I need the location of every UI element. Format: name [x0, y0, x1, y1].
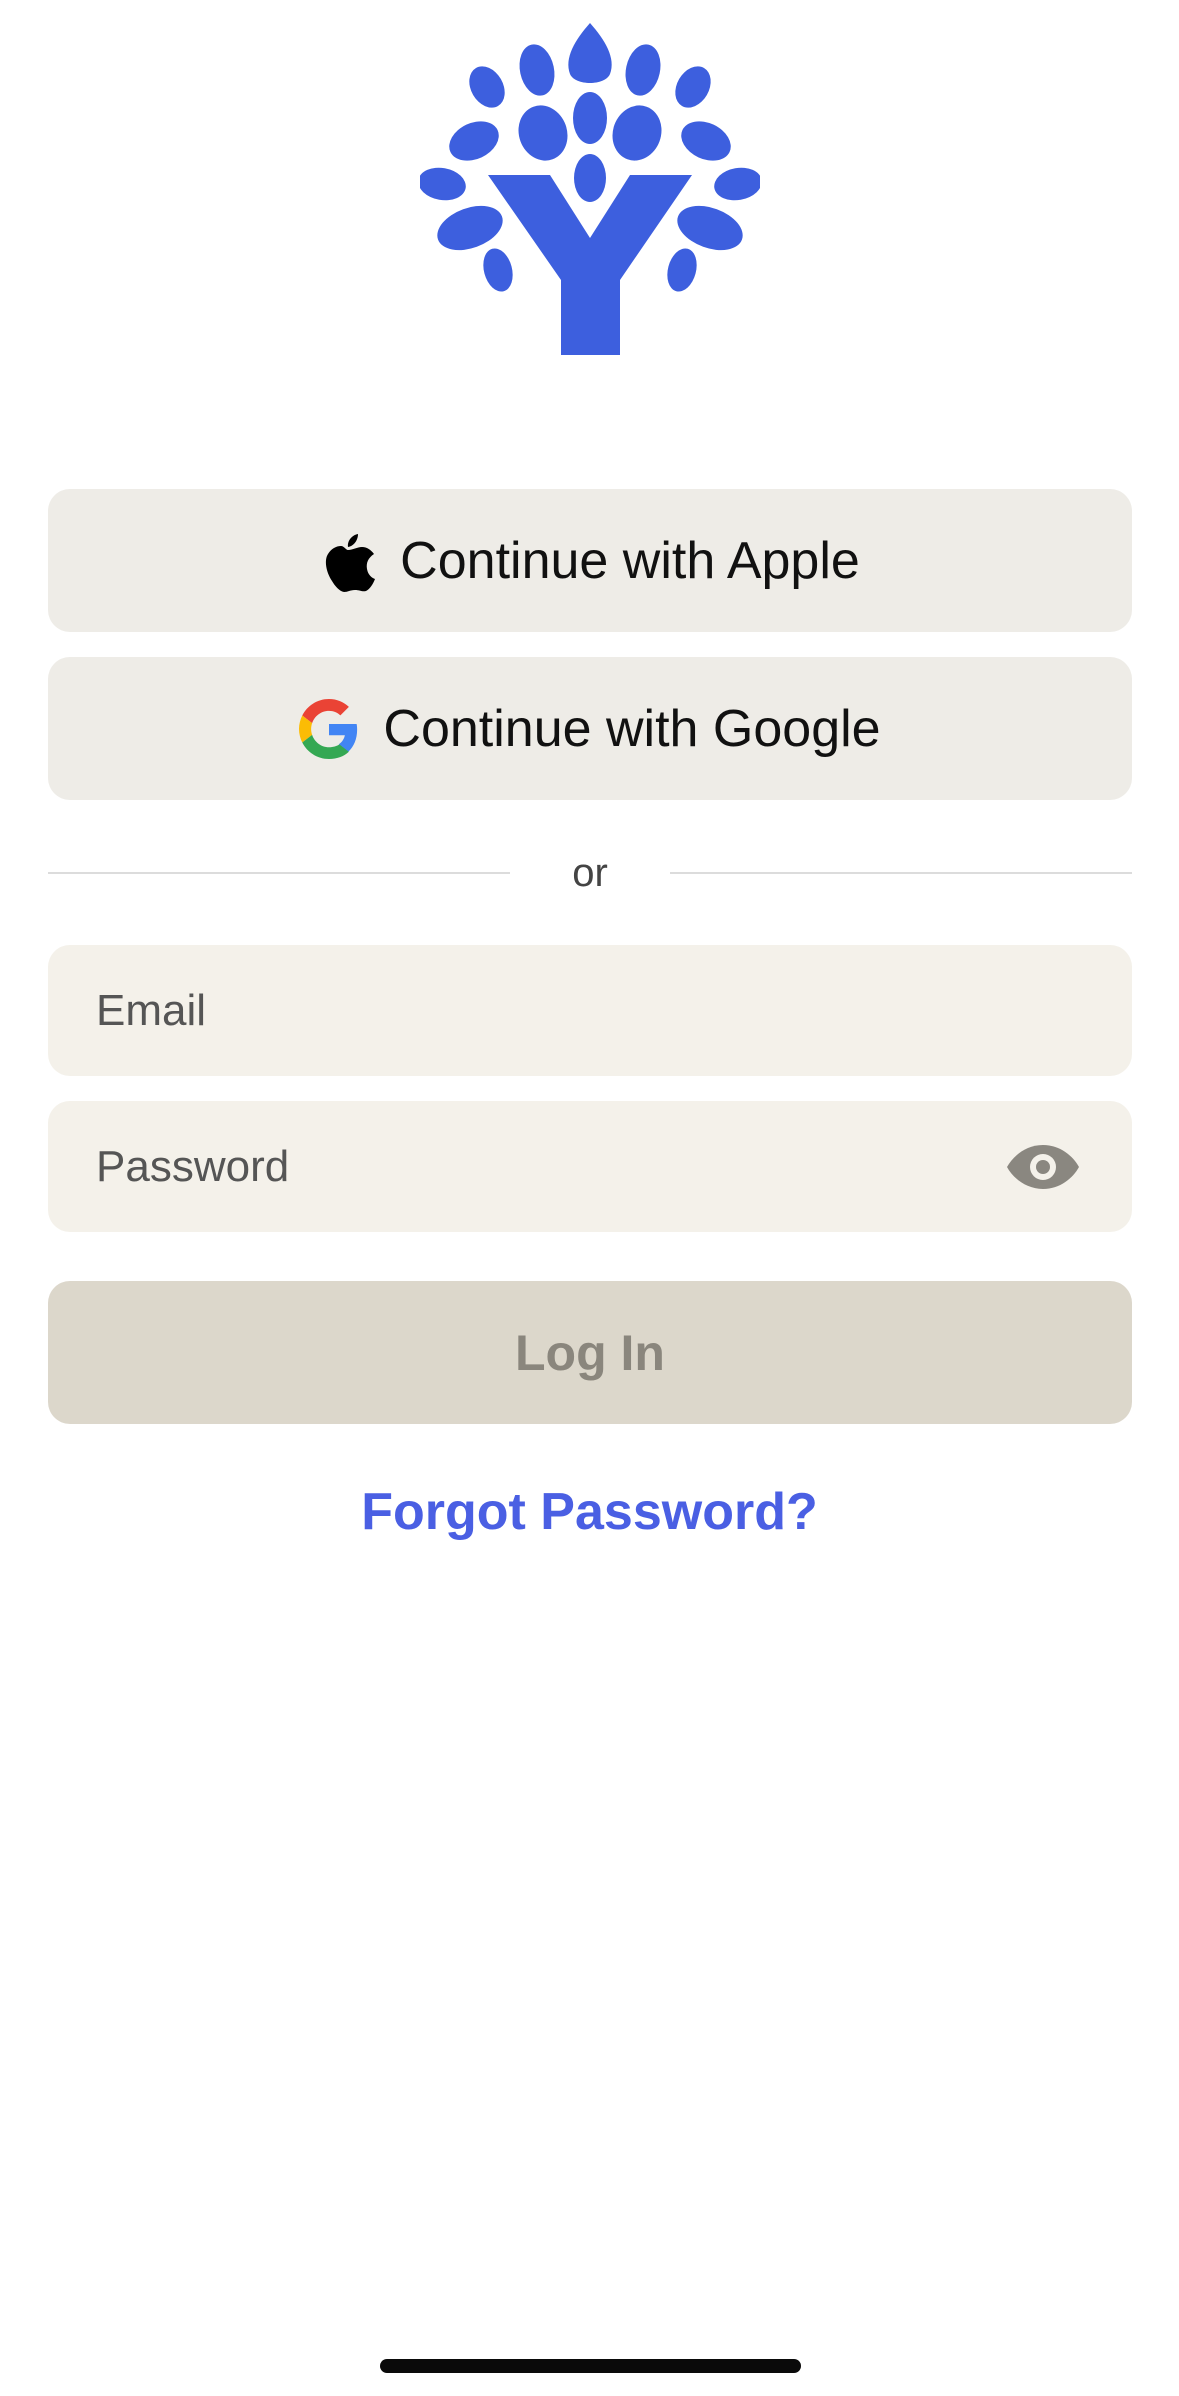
apple-icon — [320, 530, 376, 592]
password-field-container — [48, 1101, 1132, 1232]
continue-with-google-button[interactable]: Continue with Google — [48, 657, 1132, 800]
continue-with-apple-button[interactable]: Continue with Apple — [48, 489, 1132, 632]
divider-line-left — [48, 872, 510, 874]
eye-icon[interactable] — [1006, 1139, 1080, 1195]
email-field[interactable] — [96, 985, 996, 1036]
divider-text: or — [572, 851, 608, 895]
divider-line-right — [670, 872, 1132, 874]
apple-button-label: Continue with Apple — [400, 531, 860, 590]
or-divider: or — [48, 848, 1132, 898]
password-field[interactable] — [96, 1141, 996, 1192]
login-screen: Continue with Apple Continue with Google… — [0, 0, 1179, 2396]
home-indicator — [380, 2359, 801, 2373]
tree-logo-icon — [420, 18, 760, 358]
email-field-container — [48, 945, 1132, 1076]
google-button-label: Continue with Google — [383, 699, 881, 758]
forgot-password-link[interactable]: Forgot Password? — [0, 1482, 1179, 1542]
log-in-button[interactable]: Log In — [48, 1281, 1132, 1424]
google-icon — [299, 698, 359, 759]
